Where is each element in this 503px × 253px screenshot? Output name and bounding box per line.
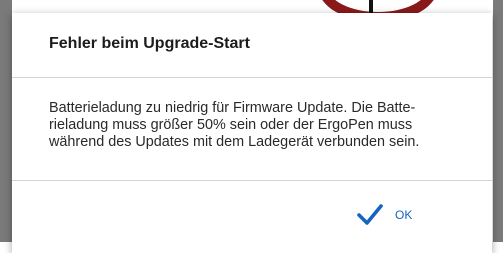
- background-edge-right: [493, 0, 503, 242]
- error-dialog: Fehler beim Upgrade-Start Batterieladung…: [12, 13, 492, 253]
- checkmark-icon: [357, 204, 383, 225]
- ok-label: OK: [395, 208, 413, 222]
- background-edge-left: [0, 0, 12, 242]
- dialog-title: Fehler beim Upgrade-Start: [49, 35, 250, 52]
- dialog-message: Batterieladung zu niedrig für Firmware U…: [49, 100, 420, 150]
- dialog-divider-bottom: [12, 180, 492, 181]
- dialog-divider-top: [12, 77, 492, 78]
- ok-button[interactable]: OK: [357, 201, 412, 229]
